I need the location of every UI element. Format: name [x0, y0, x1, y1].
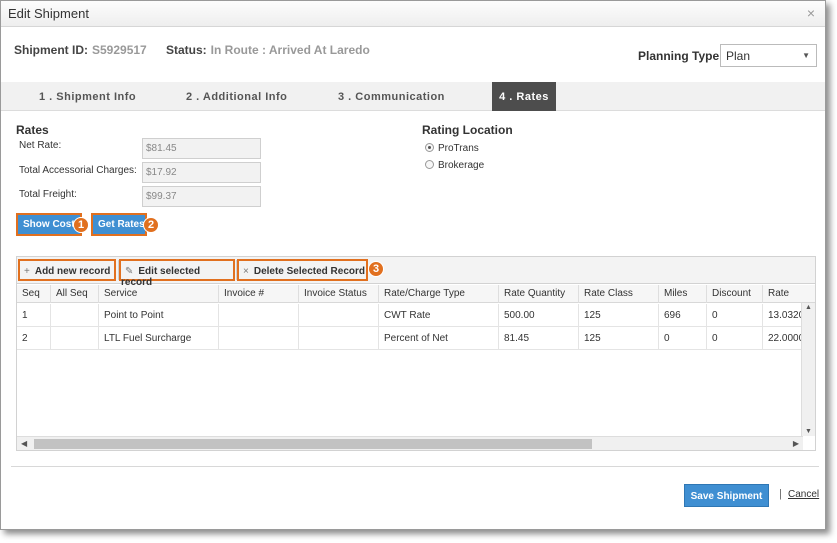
radio-selected-icon — [425, 143, 434, 152]
column-header[interactable]: Miles — [659, 285, 707, 303]
callout-1: 1 — [73, 217, 89, 233]
scrollbar-thumb[interactable] — [34, 439, 592, 449]
tab-shipment-info[interactable]: 1 . Shipment Info — [39, 82, 136, 111]
column-header[interactable]: Rate Quantity — [499, 285, 579, 303]
horizontal-scrollbar[interactable]: ◀ ▶ — [17, 436, 803, 450]
rates-grid: + Add new record ✎ Edit selected record × D… — [16, 256, 816, 451]
accessorial-label: Total Accessorial Charges: — [19, 165, 137, 176]
chevron-down-icon: ▼ — [802, 51, 810, 60]
show-cost-button[interactable]: Show Cost — [16, 213, 82, 236]
scroll-up-icon[interactable]: ▲ — [805, 304, 812, 311]
table-cell: 13.0320 — [768, 310, 803, 321]
close-icon[interactable]: × — [807, 5, 815, 21]
radio-protrans[interactable]: ProTrans — [425, 143, 479, 154]
table-cell: 0 — [707, 304, 763, 327]
table-cell: 0 — [707, 327, 763, 350]
net-rate-field: $81.45 — [142, 138, 261, 159]
column-header[interactable]: Seq — [17, 285, 51, 303]
table-cell — [299, 304, 379, 327]
status-label: Status: — [166, 43, 207, 57]
cancel-link[interactable]: Cancel — [788, 489, 819, 500]
tab-additional-info[interactable]: 2 . Additional Info — [186, 82, 287, 111]
callout-3: 3 — [368, 261, 384, 277]
tab-rates[interactable]: 4 . Rates — [492, 82, 556, 111]
radio-brokerage[interactable]: Brokerage — [425, 160, 484, 171]
table-cell — [51, 327, 99, 350]
table-cell: 22.0000 — [768, 333, 803, 344]
table-cell — [219, 327, 299, 350]
edit-shipment-dialog: Edit Shipment × Shipment ID: S5929517 Sta… — [0, 0, 826, 530]
tab-bar: 1 . Shipment Info 2 . Additional Info 3 … — [1, 82, 825, 111]
table-cell: CWT Rate — [379, 304, 499, 327]
shipment-id-label: Shipment ID: — [14, 43, 88, 57]
callout-2: 2 — [143, 217, 159, 233]
column-header[interactable]: Invoice # — [219, 285, 299, 303]
save-shipment-button[interactable]: Save Shipment — [684, 484, 769, 507]
x-icon: × — [243, 266, 249, 277]
table-row[interactable]: 2 LTL Fuel Surcharge Percent of Net 81.4… — [17, 327, 803, 350]
table-cell: Point to Point — [99, 304, 219, 327]
delete-record-label: Delete Selected Record — [253, 266, 366, 277]
edit-record-button[interactable]: ✎ Edit selected record — [119, 259, 235, 288]
total-freight-label: Total Freight: — [19, 189, 77, 200]
table-cell: 2 — [17, 327, 51, 350]
tab-communication[interactable]: 3 . Communication — [338, 82, 445, 111]
table-cell: 125 — [579, 304, 659, 327]
pencil-icon: ✎ — [125, 266, 134, 277]
dialog-title: Edit Shipment — [8, 6, 89, 21]
footer-divider — [11, 466, 819, 467]
delete-record-button[interactable]: × Delete Selected Record — [237, 259, 368, 281]
rates-section-title: Rates — [16, 123, 49, 137]
vertical-scrollbar[interactable]: ▲ ▼ — [801, 303, 815, 436]
column-header[interactable]: Invoice Status — [299, 285, 379, 303]
table-cell — [299, 327, 379, 350]
table-cell: 0 — [659, 327, 707, 350]
scroll-right-icon[interactable]: ▶ — [793, 439, 799, 448]
grid-toolbar: + Add new record ✎ Edit selected record × D… — [17, 257, 815, 288]
planning-type-label: Planning Type: — [638, 49, 724, 63]
table-cell: Percent of Net — [379, 327, 499, 350]
table-cell — [51, 304, 99, 327]
net-rate-label: Net Rate: — [19, 140, 62, 151]
shipment-status: Status: In Route : Arrived At Laredo — [166, 43, 370, 57]
total-freight-field: $99.37 — [142, 186, 261, 207]
scroll-down-icon[interactable]: ▼ — [805, 428, 812, 435]
scroll-left-icon[interactable]: ◀ — [21, 439, 27, 448]
column-header[interactable]: Service — [99, 285, 219, 303]
dialog-titlebar: Edit Shipment × — [1, 1, 825, 27]
table-cell — [219, 304, 299, 327]
radio-brokerage-label: Brokerage — [438, 160, 485, 171]
add-record-button[interactable]: + Add new record — [18, 259, 116, 281]
radio-unselected-icon — [425, 160, 434, 169]
column-header[interactable]: All Seq — [51, 285, 99, 303]
table-cell: 696 — [659, 304, 707, 327]
add-record-label: Add new record — [34, 266, 111, 277]
table-cell: 81.45 — [499, 327, 579, 350]
get-rates-button[interactable]: Get Rates — [91, 213, 147, 236]
column-header[interactable]: Rate — [763, 285, 803, 303]
shipment-id: Shipment ID: S5929517 — [14, 43, 147, 57]
accessorial-field: $17.92 — [142, 162, 261, 183]
shipment-id-value: S5929517 — [92, 43, 147, 57]
plus-icon: + — [24, 266, 30, 277]
footer-separator: | — [779, 488, 782, 500]
grid-header: Seq All Seq Service Invoice # Invoice St… — [17, 285, 815, 303]
planning-type-value: Plan — [726, 49, 751, 63]
table-cell: 1 — [17, 304, 51, 327]
radio-protrans-label: ProTrans — [438, 143, 479, 154]
table-cell: LTL Fuel Surcharge — [99, 327, 219, 350]
planning-type-select[interactable]: Plan ▼ — [720, 44, 817, 67]
rating-location-title: Rating Location — [422, 123, 513, 137]
column-header[interactable]: Discount — [707, 285, 763, 303]
table-cell: 125 — [579, 327, 659, 350]
table-cell: 500.00 — [499, 304, 579, 327]
column-header[interactable]: Rate/Charge Type — [379, 285, 499, 303]
status-value: In Route : Arrived At Laredo — [210, 43, 370, 57]
column-header[interactable]: Rate Class — [579, 285, 659, 303]
table-row[interactable]: 1 Point to Point CWT Rate 500.00 125 696… — [17, 304, 803, 327]
